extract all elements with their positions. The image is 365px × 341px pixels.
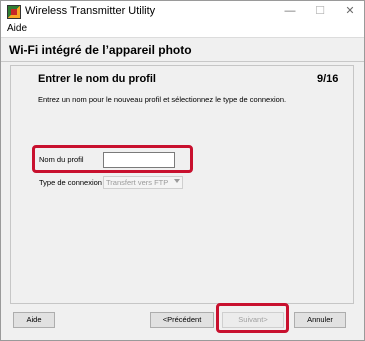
previous-button[interactable]: <Précédent — [150, 312, 214, 328]
step-title: Entrer le nom du profil — [38, 73, 156, 85]
page-header: Wi-Fi intégré de l’appareil photo — [1, 38, 364, 62]
app-icon — [7, 5, 21, 19]
connection-type-value: Transfert vers FTP — [106, 178, 169, 187]
maximize-button[interactable]: ☐ — [312, 4, 328, 18]
connection-type-select[interactable]: Transfert vers FTP — [103, 176, 183, 189]
connection-type-label: Type de connexion — [39, 178, 102, 187]
close-button[interactable]: ✕ — [342, 4, 358, 18]
help-button[interactable]: Aide — [13, 312, 55, 328]
profile-name-input[interactable] — [103, 152, 175, 168]
page-title: Wi-Fi intégré de l’appareil photo — [9, 43, 192, 57]
step-counter: 9/16 — [317, 73, 339, 85]
next-button[interactable]: Suivant> — [222, 312, 284, 328]
chevron-down-icon — [174, 179, 180, 183]
minimize-button[interactable]: — — [282, 4, 298, 18]
window-title: Wireless Transmitter Utility — [25, 5, 156, 17]
menu-item-help[interactable]: Aide — [7, 23, 27, 35]
profile-name-label: Nom du profil — [39, 155, 84, 164]
menu-bar: Aide — [1, 21, 364, 38]
step-instructions: Entrez un nom pour le nouveau profil et … — [38, 95, 287, 104]
cancel-button[interactable]: Annuler — [294, 312, 346, 328]
title-bar: Wireless Transmitter Utility — ☐ ✕ — [1, 1, 364, 21]
